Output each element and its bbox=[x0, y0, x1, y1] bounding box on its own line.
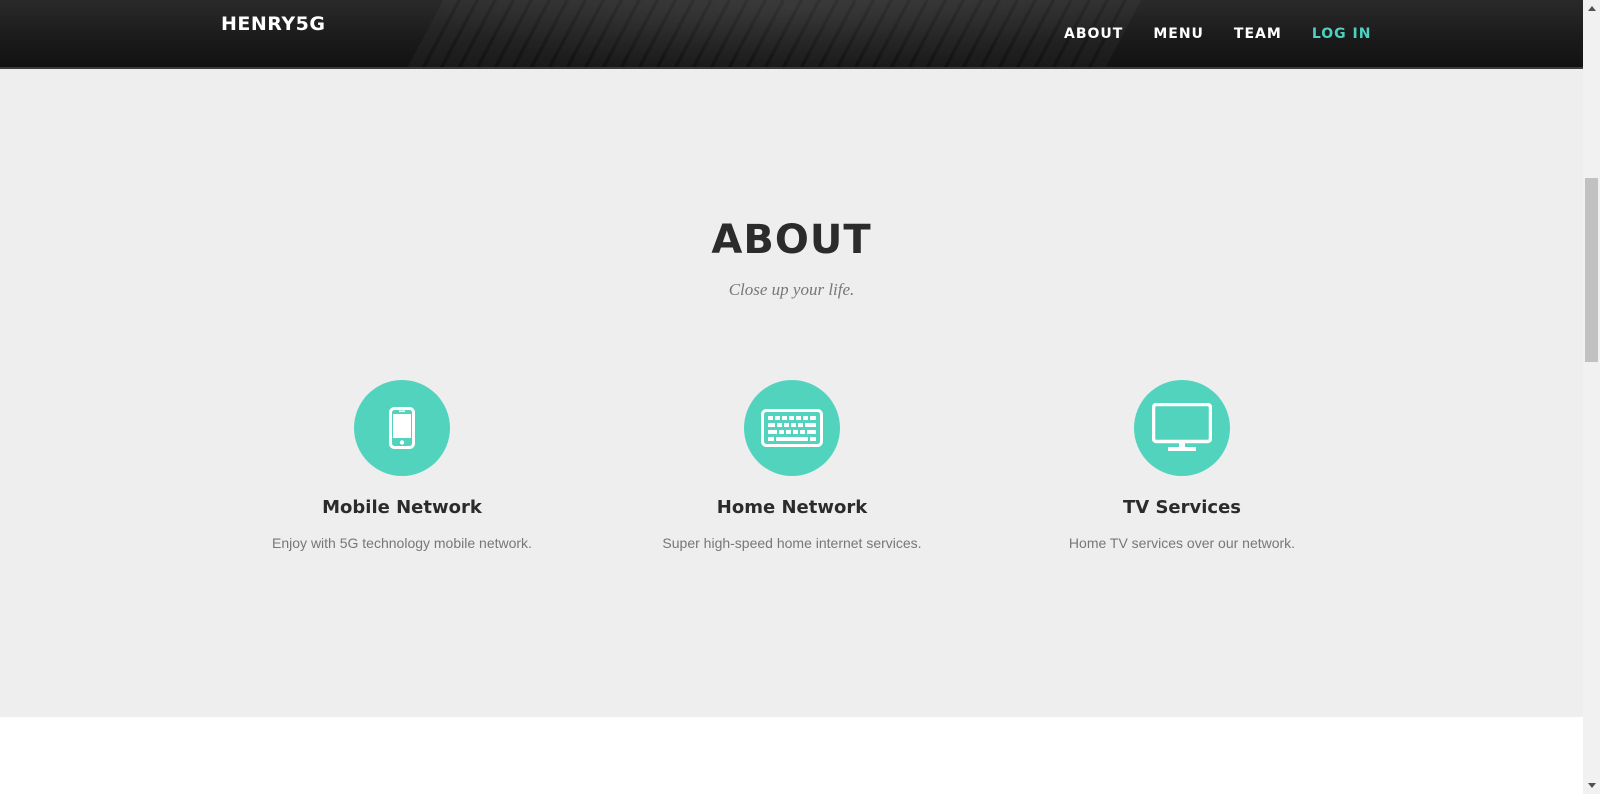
service-description: Super high-speed home internet services. bbox=[662, 535, 922, 551]
service-card-home: Home Network Super high-speed home inter… bbox=[597, 380, 987, 551]
service-card-mobile: Mobile Network Enjoy with 5G technology … bbox=[207, 380, 597, 551]
service-title: Home Network bbox=[716, 497, 868, 518]
service-icon-circle bbox=[1134, 380, 1230, 476]
service-title: TV Services bbox=[1122, 497, 1242, 518]
top-navbar: HENRY5G ABOUT MENU TEAM LOG IN bbox=[0, 0, 1583, 69]
nav-item-menu[interactable]: MENU bbox=[1153, 26, 1204, 42]
scroll-down-arrow-icon[interactable] bbox=[1583, 777, 1600, 794]
service-card-tv: TV Services Home TV services over our ne… bbox=[987, 380, 1377, 551]
brand-logo-link[interactable]: HENRY5G bbox=[221, 13, 325, 35]
nav-item-log-in[interactable]: LOG IN bbox=[1312, 26, 1372, 42]
service-title: Mobile Network bbox=[322, 497, 482, 518]
scroll-up-arrow-icon[interactable] bbox=[1583, 0, 1600, 17]
service-icon-circle bbox=[744, 380, 840, 476]
scrollbar-thumb[interactable] bbox=[1585, 178, 1598, 362]
service-icon-circle bbox=[354, 380, 450, 476]
vertical-scrollbar[interactable] bbox=[1583, 0, 1600, 794]
about-section: ABOUT Close up your life. Mobile Network… bbox=[0, 69, 1583, 717]
main-nav: ABOUT MENU TEAM LOG IN bbox=[1064, 26, 1401, 42]
mobile-phone-icon bbox=[389, 407, 415, 449]
service-description: Enjoy with 5G technology mobile network. bbox=[272, 535, 532, 551]
hero-background-image bbox=[406, 0, 1154, 67]
keyboard-icon bbox=[761, 409, 823, 447]
nav-item-about[interactable]: ABOUT bbox=[1064, 26, 1123, 42]
section-subtitle: Close up your life. bbox=[728, 280, 855, 299]
nav-item-team[interactable]: TEAM bbox=[1234, 26, 1282, 42]
monitor-icon bbox=[1152, 403, 1212, 451]
page-viewport: HENRY5G ABOUT MENU TEAM LOG IN ABOUT Clo… bbox=[0, 0, 1583, 794]
section-title: ABOUT bbox=[711, 217, 872, 263]
service-description: Home TV services over our network. bbox=[1068, 535, 1296, 551]
